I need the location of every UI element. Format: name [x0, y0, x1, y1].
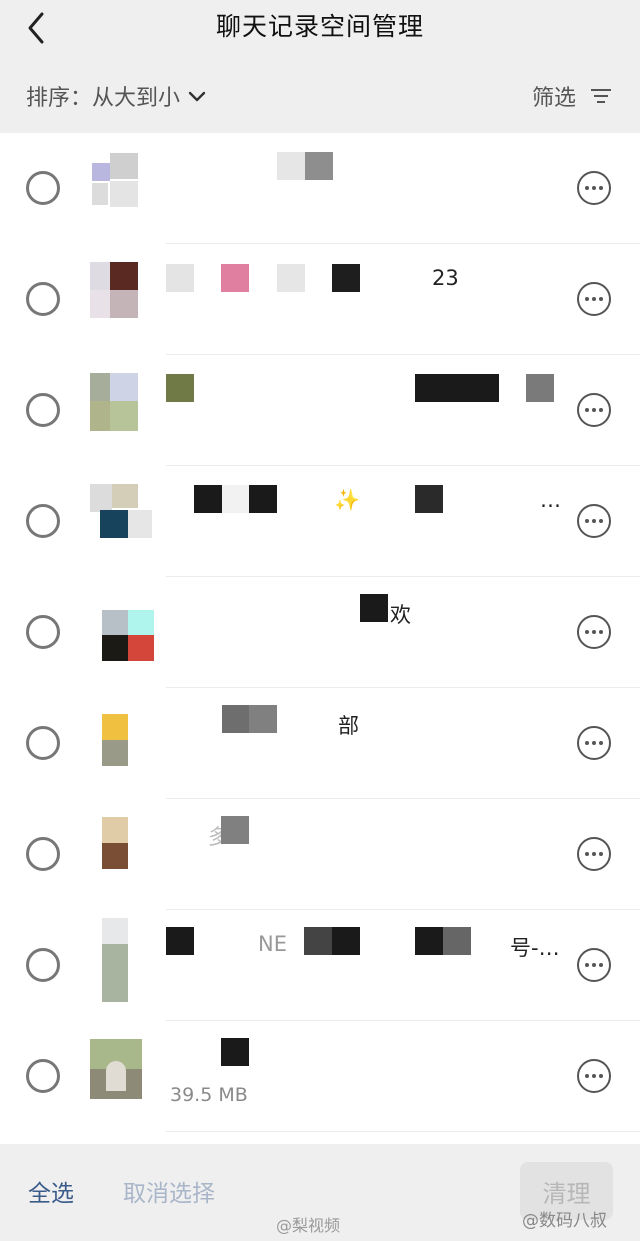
- watermark-left: @梨视频: [276, 1216, 341, 1235]
- redacted-block: [166, 264, 194, 292]
- chevron-down-icon: [188, 91, 206, 102]
- list-item[interactable]: [0, 355, 640, 466]
- chat-name-fragment: 欢: [390, 603, 411, 627]
- list-item[interactable]: 23: [0, 244, 640, 355]
- more-options-button[interactable]: [577, 393, 611, 427]
- chat-avatar-thumb: [90, 484, 152, 542]
- redacted-block: [443, 927, 471, 955]
- list-item[interactable]: NE 号-…: [0, 910, 640, 1021]
- redacted-block: [415, 374, 499, 402]
- ellipsis-text: …: [540, 488, 561, 512]
- redacted-block: [166, 927, 194, 955]
- select-radio[interactable]: [26, 504, 60, 538]
- select-radio[interactable]: [26, 393, 60, 427]
- more-options-button[interactable]: [577, 504, 611, 538]
- chat-avatar-thumb: [90, 817, 142, 875]
- filter-button[interactable]: 筛选: [532, 80, 612, 112]
- chat-avatar-thumb: [90, 610, 154, 668]
- select-radio[interactable]: [26, 282, 60, 316]
- filter-label: 筛选: [531, 86, 576, 111]
- redacted-block: [249, 485, 277, 513]
- redacted-block: [166, 374, 194, 402]
- more-options-button[interactable]: [577, 837, 611, 871]
- chat-avatar-thumb: [90, 1039, 142, 1099]
- more-options-button[interactable]: [577, 726, 611, 760]
- select-all-button[interactable]: 全选: [28, 1174, 74, 1208]
- list-item[interactable]: 多: [0, 799, 640, 910]
- redacted-block: [222, 485, 249, 513]
- chat-name-fragment: 号-…: [510, 936, 560, 960]
- more-options-button[interactable]: [577, 171, 611, 205]
- chat-avatar-thumb: [90, 262, 142, 320]
- select-radio[interactable]: [26, 948, 60, 982]
- list-item[interactable]: [0, 133, 640, 244]
- more-options-button[interactable]: [577, 282, 611, 316]
- redacted-block: [221, 264, 249, 292]
- list-item[interactable]: 39.5 MB: [0, 1021, 640, 1132]
- redacted-block: [415, 485, 443, 513]
- redacted-block: [222, 705, 249, 733]
- redacted-block: [332, 927, 360, 955]
- row-divider: [166, 1131, 640, 1132]
- redacted-block: [526, 374, 554, 402]
- top-bar: 聊天记录空间管理 排序：从大到小 筛选: [0, 0, 640, 133]
- redacted-block: [277, 264, 305, 292]
- watermark-right: @数码八叔: [522, 1211, 607, 1231]
- chat-avatar-thumb: [90, 153, 142, 211]
- more-options-button[interactable]: [577, 948, 611, 982]
- list-item[interactable]: 欢: [0, 577, 640, 688]
- select-radio[interactable]: [26, 615, 60, 649]
- chat-avatar-thumb: [90, 714, 142, 772]
- chat-avatar-thumb: [90, 918, 142, 1002]
- sparkle-emoji: ✨: [334, 488, 361, 512]
- chat-avatar-thumb: [90, 373, 142, 431]
- deselect-button[interactable]: 取消选择: [123, 1174, 215, 1208]
- filter-icon: [591, 89, 611, 103]
- select-radio[interactable]: [26, 837, 60, 871]
- more-options-button[interactable]: [577, 1059, 611, 1093]
- select-radio[interactable]: [26, 1059, 60, 1093]
- more-options-button[interactable]: [577, 615, 611, 649]
- redacted-block: [221, 1038, 249, 1066]
- storage-size: 39.5 MB: [170, 1084, 248, 1106]
- redacted-block: [304, 927, 332, 955]
- chat-name-fragment: 23: [432, 266, 459, 290]
- sort-dropdown[interactable]: 排序：从大到小: [26, 80, 208, 112]
- redacted-block: [277, 152, 305, 180]
- chat-list: 23 ✨ … 欢 部 多 NE 号-… 39.5 MB: [0, 133, 640, 1144]
- page-title: 聊天记录空间管理: [215, 12, 424, 41]
- list-item[interactable]: 部: [0, 688, 640, 799]
- redacted-block: [332, 264, 360, 292]
- redacted-block: [360, 594, 388, 622]
- redacted-block: [221, 816, 249, 844]
- redacted-block: [305, 152, 333, 180]
- sort-label: 排序：从大到小: [26, 86, 181, 111]
- chat-name-fragment: 部: [338, 714, 359, 738]
- list-item[interactable]: ✨ …: [0, 466, 640, 577]
- redacted-block: [194, 485, 222, 513]
- chat-name-fragment: NE: [258, 932, 287, 956]
- redacted-block: [249, 705, 277, 733]
- select-radio[interactable]: [26, 171, 60, 205]
- select-radio[interactable]: [26, 726, 60, 760]
- redacted-block: [415, 927, 443, 955]
